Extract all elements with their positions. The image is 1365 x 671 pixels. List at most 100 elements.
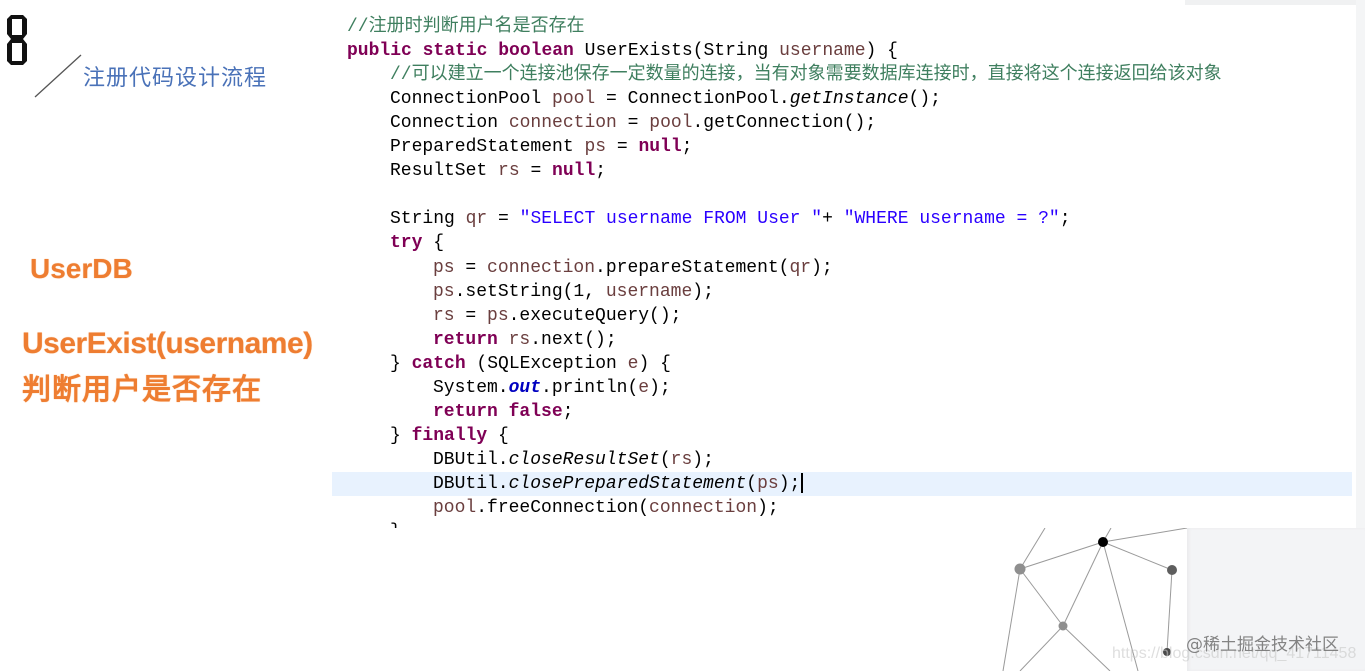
code-token: username [779,41,866,62]
code-token: rs [508,329,531,350]
code-line[interactable]: public static boolean UserExists(String … [332,39,1352,63]
code-token: //注册时判断用户名是否存在 [347,17,585,37]
code-token: ; [681,137,693,158]
code-line[interactable]: PreparedStatement ps = null; [332,135,1352,159]
code-line[interactable]: rs = ps.executeQuery(); [332,304,1352,328]
code-line[interactable] [332,183,1352,207]
code-token: connection [487,257,596,278]
code-token: .setString(1, [454,281,606,302]
code-line[interactable]: System.out.println(e); [332,376,1352,400]
code-token: (SQLException [465,353,628,374]
code-token: ps [487,305,509,326]
code-token: ; [562,401,574,422]
code-line[interactable]: return rs.next(); [332,328,1352,352]
code-token: //可以建立一个连接池保存一定数量的连接，当有对象需要数据库连接时，直接将这个连… [390,65,1222,86]
code-line[interactable]: return false; [332,400,1352,424]
code-token: pool [649,113,693,134]
code-token: ( [659,449,671,470]
code-token: ); [811,257,833,278]
code-line-text: PreparedStatement ps = null; [390,135,692,159]
code-token: Connection [390,113,509,134]
code-token: ( [746,473,758,494]
code-line[interactable]: ps = connection.prepareStatement(qr); [332,256,1352,280]
code-token: return [433,329,498,350]
code-token: ); [692,449,714,470]
network-edge [1062,541,1104,627]
code-token: return [433,401,498,422]
code-line[interactable]: DBUtil.closeResultSet(rs); [332,448,1352,472]
code-line-text: pool.freeConnection(connection); [433,496,779,520]
code-token: ; [595,161,607,182]
code-line[interactable]: ResultSet rs = null; [332,159,1352,183]
code-line-text: String qr = "SELECT username FROM User "… [390,207,1071,231]
code-line[interactable]: Connection connection = pool.getConnecti… [332,111,1352,135]
network-edge [1002,568,1021,671]
code-token: .println( [541,377,639,398]
code-token: DBUtil. [433,473,509,494]
code-token: PreparedStatement [390,137,585,158]
code-line[interactable]: try { [332,231,1352,255]
code-token: null [638,137,682,158]
code-token: qr [465,209,488,230]
code-token: e [627,353,639,374]
code-token: connection [508,113,617,134]
code-token: = [606,137,639,158]
network-node [1167,565,1177,575]
code-token: connection [649,498,758,518]
network-edge [1102,541,1173,571]
code-line-text: Connection connection = pool.getConnecti… [390,111,876,135]
code-token: ); [757,498,779,518]
code-token: public [347,41,412,62]
method-description-label: 判断用户是否存在 [22,374,263,406]
code-token: = [454,305,488,326]
code-line[interactable]: } [332,520,1352,528]
code-line[interactable]: ConnectionPool pool = ConnectionPool.get… [332,87,1352,111]
code-line-text: ConnectionPool pool = ConnectionPool.get… [390,87,941,111]
code-editor[interactable]: //注册时判断用户名是否存在 public static boolean User… [332,5,1356,528]
code-token: .prepareStatement( [595,257,790,278]
code-line[interactable]: } finally { [332,424,1352,448]
code-token: { [422,233,445,254]
code-line-text: //可以建立一个连接池保存一定数量的连接，当有对象需要数据库连接时，直接将这个连… [390,63,1222,87]
code-token: "SELECT username FROM User " [519,209,823,230]
code-token: System. [433,377,509,398]
code-token: = [454,257,488,278]
code-token: catch [411,353,466,374]
code-line[interactable]: } catch (SQLException e) { [332,352,1352,376]
code-token: e [638,377,650,398]
text-cursor [801,473,804,494]
code-token: .getConnection(); [692,113,877,134]
code-line[interactable]: //注册时判断用户名是否存在 [332,15,1352,39]
code-line[interactable]: String qr = "SELECT username FROM User "… [332,207,1352,231]
code-line[interactable]: //可以建立一个连接池保存一定数量的连接，当有对象需要数据库连接时，直接将这个连… [332,63,1352,87]
code-line[interactable]: pool.freeConnection(connection); [332,496,1352,520]
watermark: @稀土掘金技术社区 [1186,635,1339,655]
code-token: rs [433,305,455,326]
code-token: "WHERE username = ?" [843,209,1060,230]
code-token: ps [433,281,455,302]
code-line-text: rs = ps.executeQuery(); [433,304,681,328]
code-line[interactable]: DBUtil.closePreparedStatement(ps); [332,471,1352,496]
code-token: DBUtil. [433,449,509,470]
code-token: closeResultSet [508,449,660,470]
code-token: = [519,161,553,182]
code-line-text: public static boolean UserExists(String … [347,39,898,63]
network-node [1058,621,1068,631]
code-token: try [390,233,423,254]
code-line-text: DBUtil.closeResultSet(rs); [433,448,714,472]
code-token: finally [411,425,488,446]
code-token: closePreparedStatement [508,473,747,494]
right-edge-strip [1356,0,1365,528]
code-token: ) { [865,41,898,62]
code-token: } [390,425,412,446]
code-token: { [487,425,509,446]
code-token: ); [778,473,801,494]
code-token: } [390,522,401,528]
network-edge [1019,528,1046,570]
code-token: ; [1059,209,1071,230]
network-edge [1019,568,1064,627]
code-line[interactable]: ps.setString(1, username); [332,280,1352,304]
code-line-text: //注册时判断用户名是否存在 [347,15,585,39]
